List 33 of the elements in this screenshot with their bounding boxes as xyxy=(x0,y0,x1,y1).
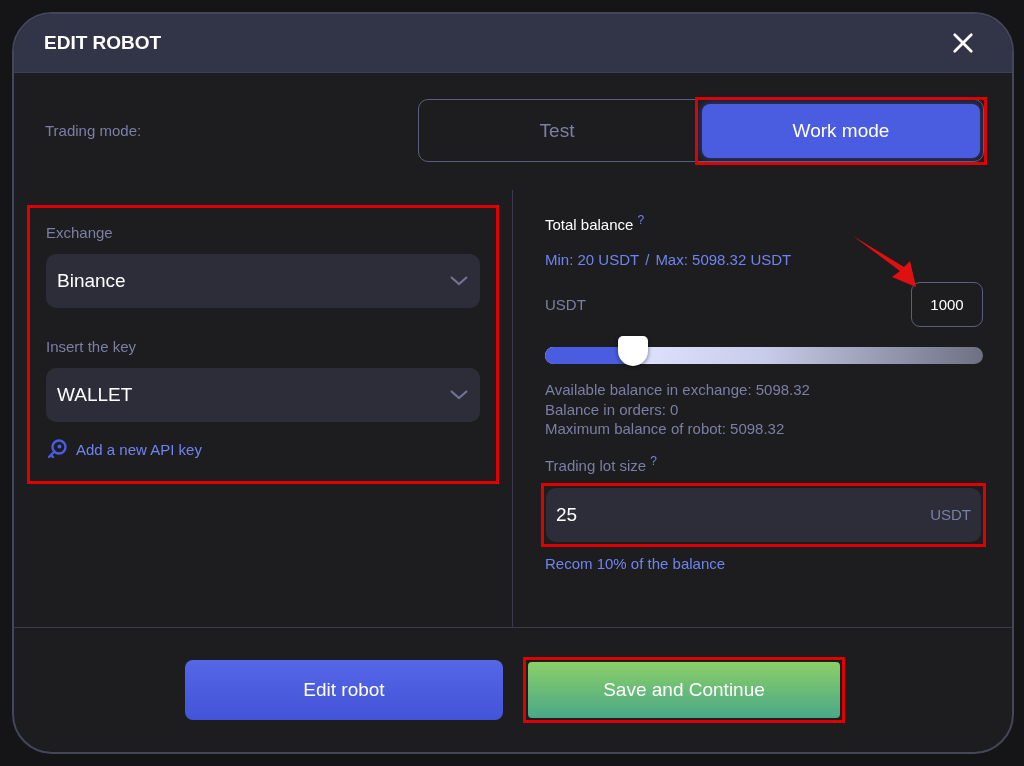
lot-size-value: 25 xyxy=(556,503,578,526)
trading-mode-label: Trading mode: xyxy=(45,122,142,139)
total-balance-label: Total balance xyxy=(545,216,634,233)
balance-info-text: Maximum balance of robot: 5098.32 xyxy=(545,419,786,439)
close-icon[interactable] xyxy=(952,32,974,54)
balance-slider[interactable] xyxy=(545,336,983,364)
recommendation-text: Recom 10% of the balance xyxy=(545,554,727,572)
exchange-label: Exchange xyxy=(46,224,114,241)
key-dropdown[interactable]: WALLET xyxy=(46,368,480,422)
slider-handle[interactable] xyxy=(617,336,648,366)
chevron-down-icon xyxy=(450,276,468,286)
exchange-value: Binance xyxy=(57,270,126,292)
chevron-down-icon xyxy=(450,390,468,400)
edit-button[interactable]: Edit robot xyxy=(185,660,503,720)
help-mark[interactable]: ? xyxy=(637,213,645,227)
dialog-title: EDIT ROBOT xyxy=(44,32,162,54)
unit-label: USDT xyxy=(545,296,586,313)
balance-info-text: Balance in orders: 0 xyxy=(545,399,680,419)
key-value: WALLET xyxy=(57,384,133,406)
add-api-key-link[interactable]: Add a new API key xyxy=(76,440,202,458)
help-mark[interactable]: ? xyxy=(650,453,657,468)
min-value: Min: 20 USDT xyxy=(545,251,640,268)
mode-tab[interactable]: Work mode xyxy=(702,103,980,158)
range-separator: / xyxy=(645,251,650,268)
lot-size-unit: USDT xyxy=(930,506,971,523)
lot-size-label: Trading lot size xyxy=(545,456,647,474)
lot-size-field[interactable]: 25 USDT xyxy=(546,487,981,542)
key-label: Insert the key xyxy=(46,338,138,355)
mode-tab[interactable]: Test xyxy=(419,103,695,158)
exchange-dropdown[interactable]: Binance xyxy=(46,254,480,308)
max-value: Max: 5098.32 USDT xyxy=(655,251,792,268)
key-icon xyxy=(46,438,68,460)
balance-info-text: Available balance in exchange: 5098.32 xyxy=(545,380,811,400)
